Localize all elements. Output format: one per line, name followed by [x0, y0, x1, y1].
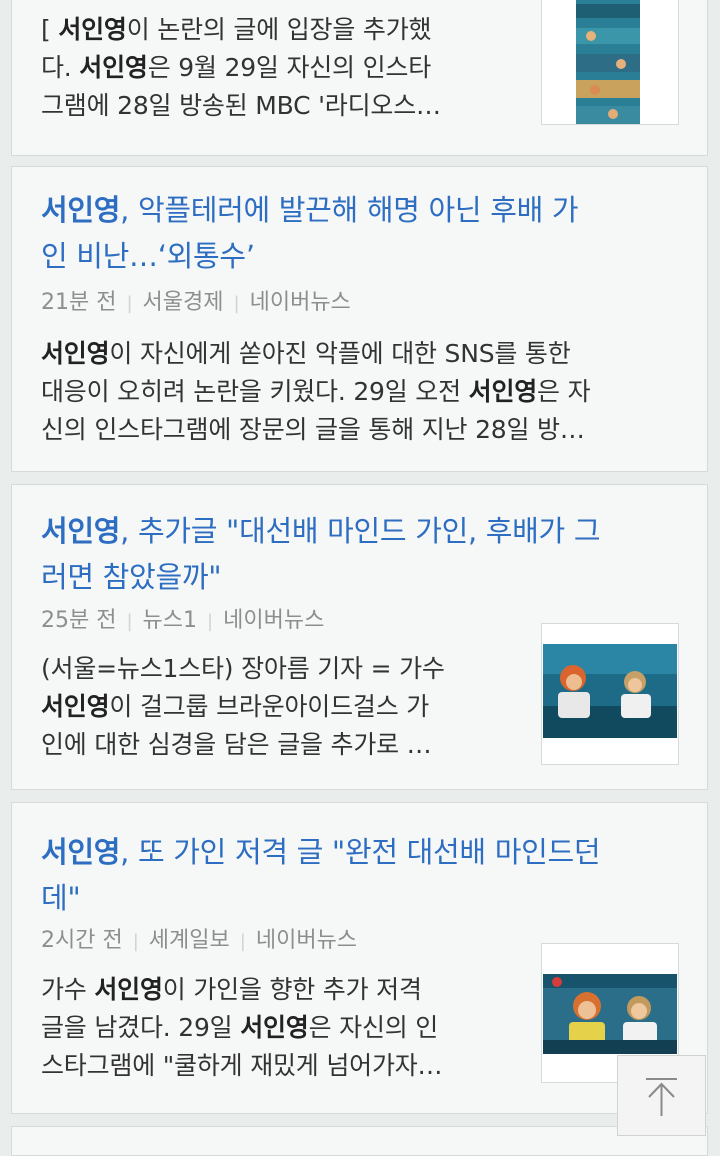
article-meta: 25분 전 | 뉴스1 | 네이버뉴스: [41, 606, 324, 636]
thumbnail-image: [543, 0, 677, 124]
meta-divider: |: [207, 611, 214, 632]
news-card[interactable]: [11, 1126, 708, 1156]
thumbnail-image: [543, 974, 677, 1054]
article-source: 세계일보: [148, 928, 230, 953]
meta-divider: |: [126, 293, 133, 314]
arrow-up-to-top-icon: [646, 1078, 677, 1116]
meta-divider: |: [126, 611, 133, 632]
news-card[interactable]: 서인영, 또 가인 저격 글 "완전 대선배 마인드던 데" 2시간 전 | 세계일…: [11, 802, 708, 1114]
article-source: 서울경제: [142, 290, 224, 315]
article-title[interactable]: 서인영, 추가글 "대선배 마인드 가인, 후배가 그 러면 참았을까": [41, 508, 677, 600]
article-source: 뉴스1: [142, 608, 198, 633]
article-title[interactable]: 서인영, 악플테러에 발끈해 해명 아닌 후배 가 인 비난…‘외통수’: [41, 187, 677, 279]
thumbnail-image: [543, 644, 677, 738]
scroll-to-top-button[interactable]: [617, 1055, 706, 1136]
article-meta: 21분 전 | 서울경제 | 네이버뉴스: [41, 288, 351, 318]
news-card[interactable]: 서인영, 악플테러에 발끈해 해명 아닌 후배 가 인 비난…‘외통수’ 21분…: [11, 166, 708, 472]
article-time: 25분 전: [41, 608, 117, 633]
meta-divider: |: [233, 293, 240, 314]
article-time: 2시간 전: [41, 928, 123, 953]
article-snippet: 서인영이 자신에게 쏟아진 악플에 대한 SNS를 통한 대응이 오히려 논란을…: [41, 339, 591, 444]
portal-link[interactable]: 네이버뉴스: [250, 290, 351, 315]
news-card[interactable]: 서인영, 추가글 "대선배 마인드 가인, 후배가 그 러면 참았을까" 25분…: [11, 484, 708, 790]
article-title[interactable]: 서인영, 또 가인 저격 글 "완전 대선배 마인드던 데": [41, 829, 677, 921]
meta-divider: |: [132, 931, 139, 952]
portal-link[interactable]: 네이버뉴스: [223, 608, 324, 633]
article-snippet: 가수 서인영이 가인을 향한 추가 저격 글을 남겼다. 29일 서인영은 자신…: [41, 975, 443, 1080]
portal-link[interactable]: 네이버뉴스: [256, 928, 357, 953]
meta-divider: |: [239, 931, 246, 952]
article-thumbnail[interactable]: [541, 623, 679, 765]
article-snippet: [ 서인영이 논란의 글에 입장을 추가했 다. 서인영은 9월 29일 자신의…: [41, 15, 441, 120]
article-meta: 2시간 전 | 세계일보 | 네이버뉴스: [41, 926, 357, 956]
article-snippet: (서울=뉴스1스타) 장아름 기자 = 가수 서인영이 걸그룹 브라운아이드걸스…: [41, 654, 445, 759]
news-card[interactable]: [ 서인영이 논란의 글에 입장을 추가했 다. 서인영은 9월 29일 자신의…: [11, 0, 708, 156]
article-time: 21분 전: [41, 290, 117, 315]
article-thumbnail[interactable]: [541, 0, 679, 125]
